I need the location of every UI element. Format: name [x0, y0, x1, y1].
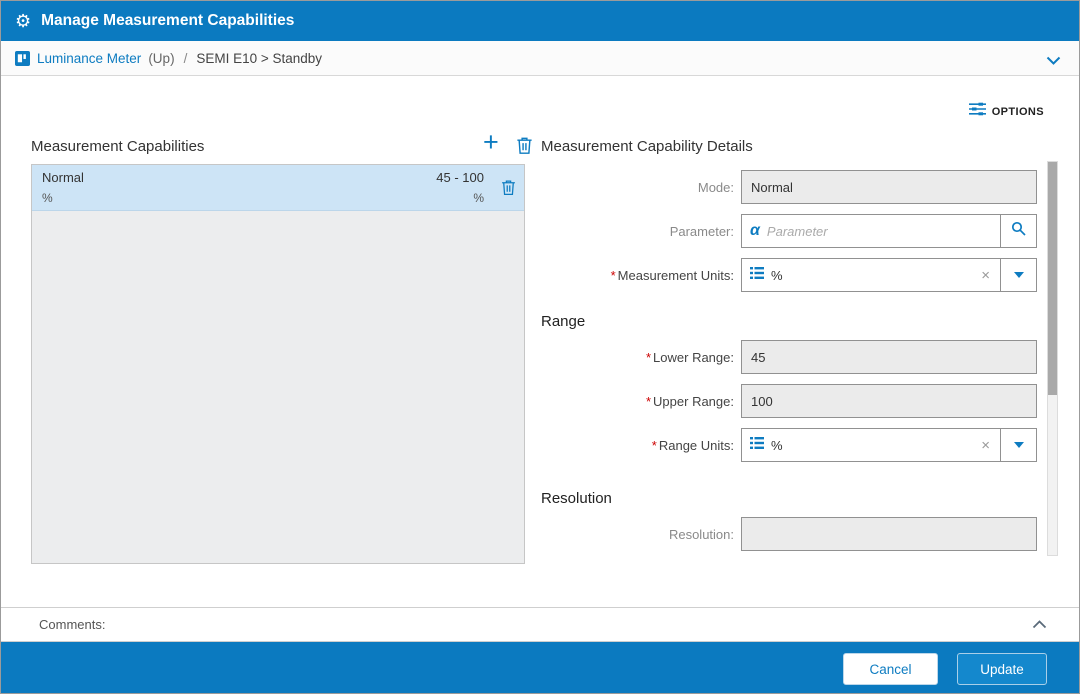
required-marker: * — [651, 437, 657, 453]
vertical-scrollbar[interactable] — [1047, 161, 1058, 556]
range-units-dropdown-button[interactable] — [1000, 428, 1037, 462]
details-panel-title: Measurement Capability Details — [541, 138, 753, 155]
breadcrumb-device-link[interactable]: Luminance Meter — [37, 51, 141, 66]
search-icon — [1011, 221, 1027, 242]
details-form: Mode: Parameter: α — [541, 170, 1044, 561]
list-icon — [750, 266, 764, 284]
mode-label: Mode: — [697, 179, 734, 195]
parameter-input[interactable] — [766, 223, 992, 239]
options-button[interactable]: OPTIONS — [968, 102, 1044, 121]
delete-capability-button[interactable] — [516, 136, 533, 160]
clear-measurement-units-icon[interactable]: × — [979, 267, 992, 284]
gear-icon: ⚙ — [15, 11, 32, 31]
mode-row: Mode: — [541, 170, 1044, 204]
device-icon — [15, 50, 30, 66]
resolution-label: Resolution: — [668, 526, 734, 542]
parameter-row: Parameter: α — [541, 214, 1044, 248]
comments-section: Comments: — [1, 607, 1079, 642]
alpha-icon: α — [750, 222, 760, 239]
upper-range-row: * Upper Range: — [541, 384, 1044, 418]
breadcrumb-collapse-chevron-down-icon[interactable] — [1046, 53, 1061, 68]
manage-measurement-capabilities-dialog: ⚙ Manage Measurement Capabilities Lumina… — [0, 0, 1080, 694]
measurement-units-label: * Measurement Units: — [610, 267, 734, 283]
add-capability-button[interactable]: + — [483, 129, 499, 156]
capabilities-list: Normal % 45 - 100 % — [31, 164, 525, 564]
lower-range-row: * Lower Range: — [541, 340, 1044, 374]
upper-range-input[interactable] — [741, 384, 1037, 418]
clear-range-units-icon[interactable]: × — [979, 437, 992, 454]
dialog-title: Manage Measurement Capabilities — [41, 12, 295, 29]
comments-collapse-chevron-up-icon[interactable] — [1032, 620, 1047, 629]
range-section-heading: Range — [541, 313, 586, 330]
parameter-combo: α — [741, 214, 1001, 248]
capabilities-panel-title: Measurement Capabilities — [31, 138, 205, 155]
capability-range-units: % — [473, 191, 484, 205]
capability-name-units: % — [42, 191, 53, 205]
range-units-combo[interactable]: % × — [741, 428, 1001, 462]
options-sliders-icon — [968, 102, 986, 121]
resolution-input[interactable] — [741, 517, 1037, 551]
scrollbar-thumb[interactable] — [1048, 162, 1057, 395]
footer-action-bar: Cancel Update — [1, 642, 1079, 693]
delete-item-icon[interactable] — [484, 170, 516, 205]
resolution-row: Resolution: — [541, 517, 1044, 551]
breadcrumb-path: SEMI E10 > Standby — [196, 50, 323, 66]
measurement-units-combo[interactable]: % × — [741, 258, 1001, 292]
mode-input[interactable] — [741, 170, 1037, 204]
capability-item-left: Normal % — [42, 170, 436, 205]
required-marker: * — [645, 393, 652, 409]
range-units-row: * Range Units: % × — [541, 428, 1044, 462]
measurement-units-value: % — [771, 267, 783, 283]
breadcrumb-separator: / — [183, 50, 188, 66]
title-bar: ⚙ Manage Measurement Capabilities — [1, 1, 1079, 41]
options-label: OPTIONS — [991, 105, 1044, 118]
capability-range: 45 - 100 — [436, 170, 484, 185]
range-units-label: * Range Units: — [651, 437, 734, 453]
measurement-units-row: * Measurement Units: % × — [541, 258, 1044, 292]
cancel-button[interactable]: Cancel — [843, 653, 938, 685]
lower-range-input[interactable] — [741, 340, 1037, 374]
list-icon — [750, 436, 764, 454]
parameter-search-button[interactable] — [1000, 214, 1037, 248]
capability-item-right: 45 - 100 % — [436, 170, 484, 205]
resolution-section-heading: Resolution — [541, 490, 612, 507]
upper-range-label: * Upper Range: — [645, 393, 734, 409]
breadcrumb-up-label[interactable]: (Up) — [148, 51, 174, 66]
caret-down-icon — [1013, 272, 1024, 278]
update-button[interactable]: Update — [957, 653, 1047, 685]
capability-name: Normal — [42, 170, 84, 185]
measurement-units-dropdown-button[interactable] — [1000, 258, 1037, 292]
lower-range-label: * Lower Range: — [645, 349, 734, 365]
required-marker: * — [610, 267, 616, 283]
range-units-value: % — [771, 437, 783, 453]
required-marker: * — [645, 349, 652, 365]
comments-label: Comments: — [39, 617, 106, 632]
breadcrumb: Luminance Meter (Up) / SEMI E10 > Standb… — [1, 41, 1079, 76]
parameter-label: Parameter: — [669, 223, 734, 239]
caret-down-icon — [1013, 442, 1024, 448]
main-content: OPTIONS Measurement Capabilities + Norma… — [1, 76, 1079, 607]
capability-list-item[interactable]: Normal % 45 - 100 % — [32, 165, 524, 211]
